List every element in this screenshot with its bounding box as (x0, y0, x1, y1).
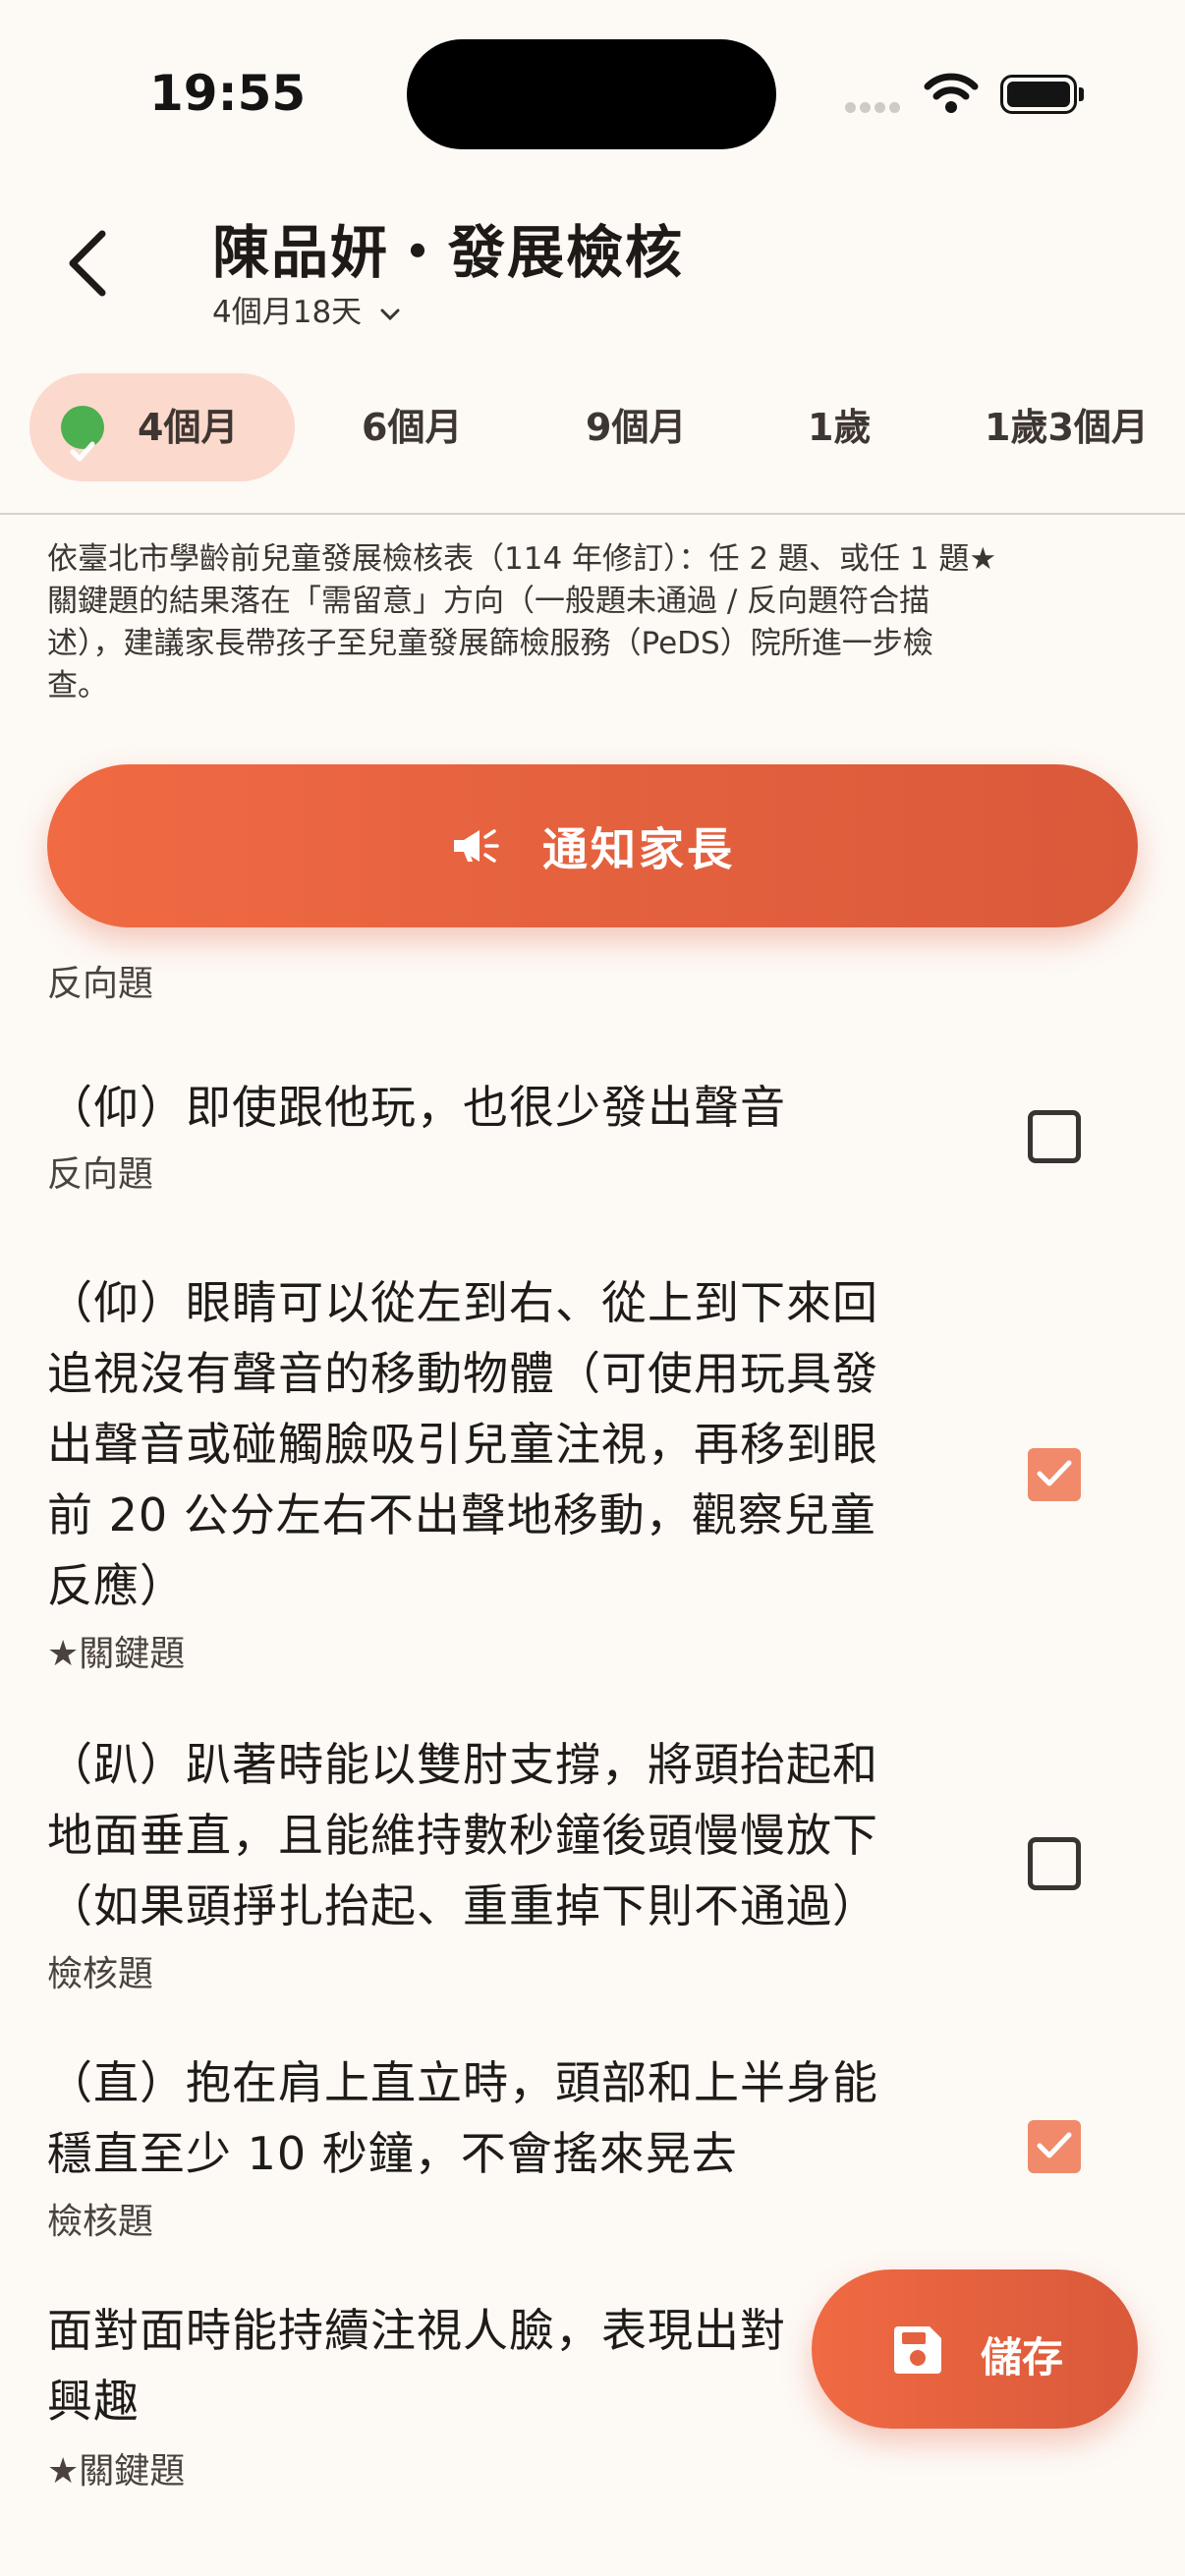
notice-line: 述），建議家長帶孩子至兒童發展篩檢服務（PeDS）院所進一步檢 (47, 626, 933, 661)
tab-1-year-3-months[interactable]: 1歲3個月 (985, 373, 1149, 481)
back-button[interactable] (59, 224, 118, 303)
item-tag: 檢核題 (47, 2202, 154, 2242)
tab-4-months[interactable]: 4個月 (29, 373, 295, 481)
tab-1-year[interactable]: 1歲 (808, 373, 871, 481)
question-text: （趴）趴著時能以雙肘支撐，將頭抬起和 地面垂直，且能維持數秒鐘後頭慢慢放下 （如… (47, 1729, 951, 1941)
question-line: 出聲音或碰觸臉吸引兒童注視，再移到眼 (47, 1418, 878, 1471)
checkmark-icon (1037, 2132, 1072, 2158)
notice-line: 依臺北市學齡前兒童發展檢核表（114 年修訂）：任 2 題、或任 1 題★ (47, 541, 997, 577)
battery-icon (1000, 75, 1084, 114)
item-tag: ★關鍵題 (47, 2451, 186, 2492)
status-bar: 19:55 (0, 0, 1185, 187)
notify-parent-button[interactable]: 通知家長 (47, 764, 1138, 927)
question-text: （直）抱在肩上直立時，頭部和上半身能 穩直至少 10 秒鐘，不會搖來晃去 (47, 2047, 951, 2189)
tab-6-months[interactable]: 6個月 (362, 373, 462, 481)
check-circle-icon (61, 406, 104, 462)
save-label: 儲存 (981, 2333, 1064, 2381)
item-tag: 反向題 (47, 1154, 154, 1195)
question-text: （仰）眼睛可以從左到右、從上到下來回 追視沒有聲音的移動物體（可使用玩具發 出聲… (47, 1267, 951, 1621)
item-tag: 反向題 (47, 964, 154, 1004)
dynamic-island (407, 39, 776, 149)
question-checkbox[interactable] (1028, 1110, 1081, 1163)
tab-9-months[interactable]: 9個月 (586, 373, 686, 481)
question-line: 追視沒有聲音的移動物體（可使用玩具發 (47, 1347, 878, 1400)
age-label: 4個月18天 (212, 295, 363, 330)
question-line: 穩直至少 10 秒鐘，不會搖來晃去 (47, 2127, 738, 2180)
question-line: （趴）趴著時能以雙肘支撐，將頭抬起和 (47, 1738, 878, 1791)
question-line: （直）抱在肩上直立時，頭部和上半身能 (47, 2056, 878, 2109)
chevron-down-icon (379, 295, 401, 330)
checkmark-icon (1037, 1460, 1072, 1486)
status-time: 19:55 (149, 65, 307, 122)
tab-label: 4個月 (138, 406, 239, 449)
cellular-signal-icon (845, 98, 904, 117)
notice-line: 關鍵題的結果落在「需留意」方向（一般題未通過 / 反向題符合描 (47, 584, 931, 619)
notice-line: 查。 (47, 668, 108, 703)
notify-parent-label: 通知家長 (542, 822, 735, 876)
question-line: （如果頭掙扎抬起、重重掉下則不通過） (47, 1879, 878, 1932)
save-icon (890, 2323, 945, 2387)
question-checkbox-checked[interactable] (1028, 1448, 1081, 1501)
notice-text: 依臺北市學齡前兒童發展檢核表（114 年修訂）：任 2 題、或任 1 題★ 關鍵… (47, 538, 1138, 707)
item-tag: 檢核題 (47, 1954, 154, 1994)
save-button[interactable]: 儲存 (812, 2269, 1138, 2429)
question-checkbox-checked[interactable] (1028, 2120, 1081, 2173)
question-text: （仰）即使跟他玩，也很少發出聲音 (47, 1072, 951, 1143)
megaphone-icon (450, 768, 501, 931)
question-line: （仰）即使跟他玩，也很少發出聲音 (47, 1081, 786, 1134)
age-tabs: 4個月 6個月 9個月 1歲 1歲3個月 (0, 373, 1185, 491)
item-tag: ★關鍵題 (47, 1634, 186, 1674)
chevron-left-icon (69, 230, 106, 297)
question-checkbox[interactable] (1028, 1837, 1081, 1890)
age-selector[interactable]: 4個月18天 (212, 287, 401, 331)
question-line: 反應） (47, 1559, 186, 1612)
question-line: 前 20 公分左右不出聲地移動，觀察兒童 (47, 1488, 876, 1541)
question-line: （仰）眼睛可以從左到右、從上到下來回 (47, 1276, 878, 1329)
wifi-icon (924, 71, 979, 118)
divider (0, 513, 1185, 515)
page-title: 陳品妍・發展檢核 (212, 219, 685, 286)
question-line: 地面垂直，且能維持數秒鐘後頭慢慢放下 (47, 1809, 878, 1862)
